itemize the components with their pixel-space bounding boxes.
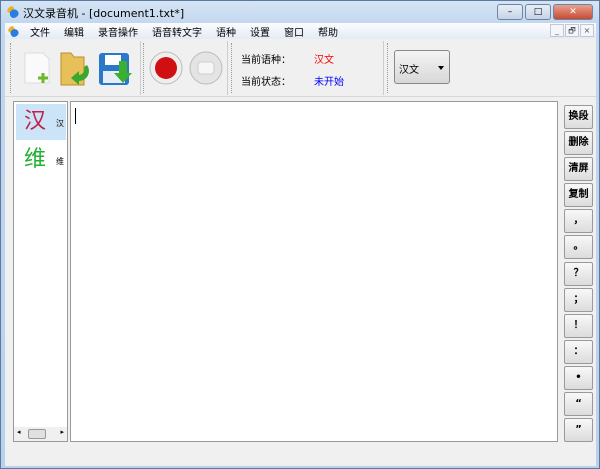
question-button[interactable]: ？ [564, 261, 593, 286]
new-file-icon[interactable] [21, 49, 57, 87]
current-language-value: 汉文 [314, 55, 334, 66]
stop-icon[interactable] [189, 51, 225, 89]
language-dropdown[interactable]: 汉文 [394, 50, 450, 84]
copy-button[interactable]: 复制 [564, 183, 593, 208]
scroll-right-icon[interactable]: ▸ [60, 428, 64, 436]
text-caret [75, 108, 76, 124]
current-status-label: 当前状态： [241, 77, 291, 88]
open-folder-icon[interactable] [57, 49, 93, 87]
language-item-han[interactable]: 汉 [16, 104, 54, 140]
open-quote-button[interactable]: “ [564, 392, 593, 417]
toolbar-grip[interactable] [231, 43, 233, 93]
record-icon[interactable] [149, 51, 185, 89]
toolbar: 当前语种： 汉文 当前状态： 未开始 汉文 [5, 39, 596, 97]
new-paragraph-button[interactable]: 换段 [564, 105, 593, 129]
language-list: 汉 汉 维 维 ◂ ▸ [13, 101, 68, 442]
menu-help[interactable]: 帮助 [311, 24, 345, 39]
app-icon [7, 6, 19, 18]
horizontal-scrollbar[interactable]: ◂ ▸ [14, 427, 67, 441]
mdi-restore-button[interactable]: 🗗 [565, 24, 579, 37]
semicolon-button[interactable]: ； [564, 287, 593, 312]
scroll-thumb[interactable] [28, 429, 46, 439]
period-button[interactable]: 。 [564, 235, 593, 260]
toolbar-grip[interactable] [143, 43, 145, 93]
main-area: 汉 汉 维 维 ◂ ▸ 换段 删除 清屏 复制 ， 。 ？ ； ！ ： • “ … [5, 97, 596, 451]
clear-screen-button[interactable]: 清屏 [564, 157, 593, 182]
toolbar-grip[interactable] [387, 43, 389, 93]
maximize-button[interactable]: □ [525, 4, 551, 20]
doc-icon [8, 25, 19, 37]
menu-language[interactable]: 语种 [209, 24, 243, 39]
mdi-minimize-button[interactable]: _ [550, 24, 564, 37]
language-item-han-label[interactable]: 汉 [56, 118, 64, 129]
save-icon[interactable] [97, 49, 133, 87]
toolbar-grip[interactable] [10, 43, 12, 93]
mdi-close-button[interactable]: × [580, 24, 594, 37]
delete-button[interactable]: 删除 [564, 131, 593, 156]
close-quote-button[interactable]: ” [564, 418, 593, 443]
menu-settings[interactable]: 设置 [243, 24, 277, 39]
menu-file[interactable]: 文件 [23, 24, 57, 39]
menu-window[interactable]: 窗口 [277, 24, 311, 39]
minimize-button[interactable]: – [497, 4, 523, 20]
menu-bar: 文件 编辑 录音操作 语音转文字 语种 设置 窗口 帮助 _ 🗗 × [5, 23, 596, 39]
text-editor[interactable] [70, 101, 558, 442]
menu-speech-to-text[interactable]: 语音转文字 [145, 24, 209, 39]
current-status-value: 未开始 [314, 77, 344, 88]
close-button[interactable]: ✕ [553, 4, 593, 20]
chevron-down-icon [438, 66, 444, 70]
language-item-uyghur-label[interactable]: 维 [56, 156, 64, 167]
exclamation-button[interactable]: ！ [564, 313, 593, 338]
scroll-left-icon[interactable]: ◂ [17, 428, 21, 436]
menu-record[interactable]: 录音操作 [91, 24, 145, 39]
status-bar [5, 445, 596, 466]
current-language-label: 当前语种： [241, 55, 291, 66]
window-title: 汉文录音机 - [document1.txt*] [23, 7, 185, 20]
colon-button[interactable]: ： [564, 339, 593, 364]
language-dropdown-value: 汉文 [399, 65, 419, 76]
bullet-button[interactable]: • [564, 365, 593, 390]
quick-buttons: 换段 删除 清屏 复制 ， 。 ？ ； ！ ： • “ ” » [564, 105, 594, 452]
comma-button[interactable]: ， [564, 209, 593, 234]
app-window: 汉文录音机 - [document1.txt*] – □ ✕ 文件 编辑 录音操… [0, 0, 600, 469]
language-item-uyghur[interactable]: 维 [16, 142, 54, 178]
menu-edit[interactable]: 编辑 [57, 24, 91, 39]
